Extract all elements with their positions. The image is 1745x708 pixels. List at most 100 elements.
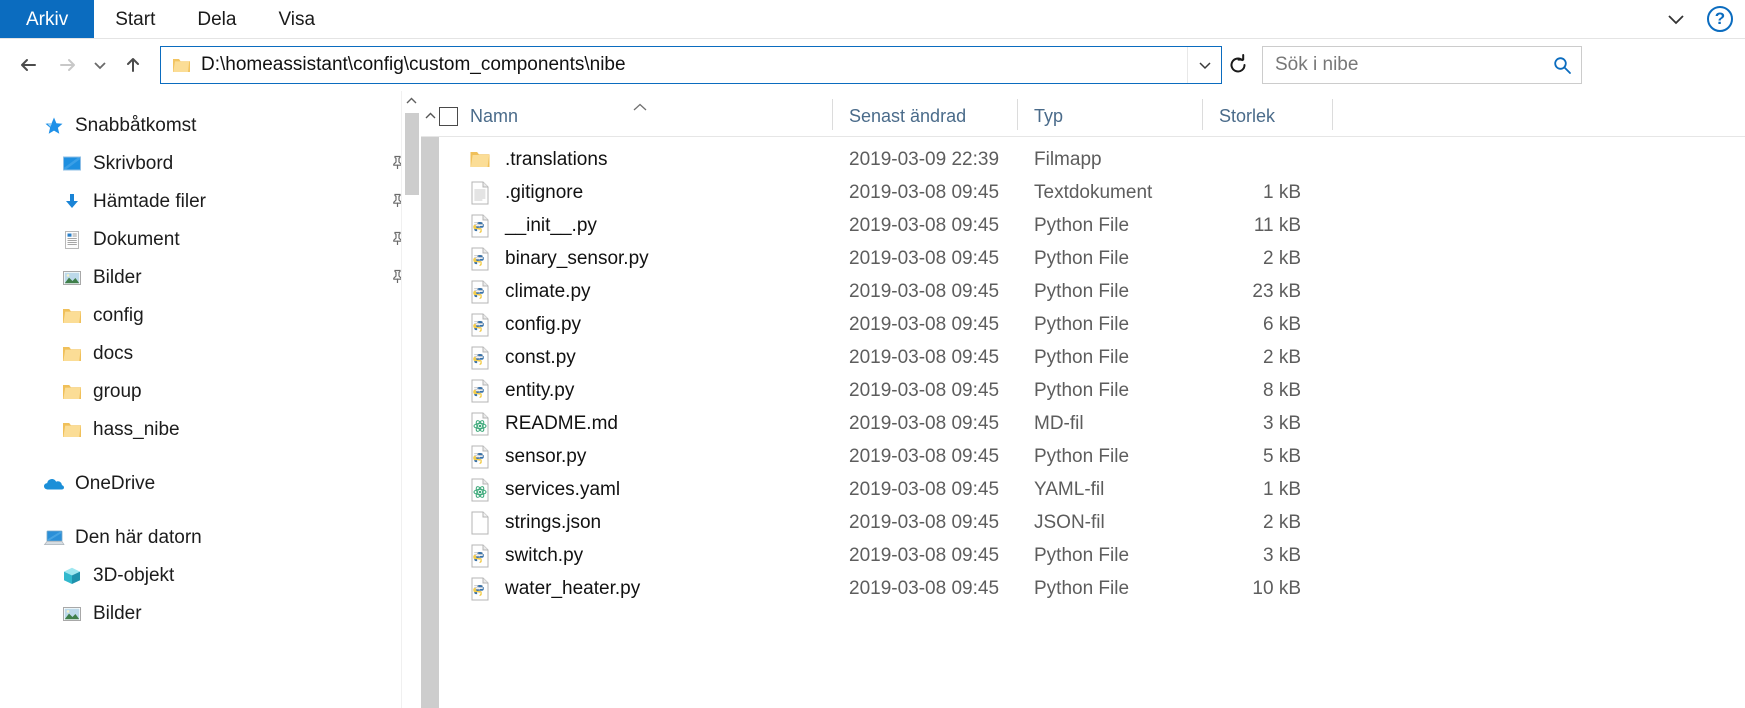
sidebar-item-bilder-pc[interactable]: Bilder — [0, 595, 421, 633]
column-header-namn[interactable]: Namn — [421, 91, 833, 136]
chevron-down-icon[interactable] — [1663, 6, 1689, 32]
file-name-cell[interactable]: entity.py — [421, 379, 833, 403]
up-button[interactable] — [114, 46, 152, 84]
sidebar-item-onedrive[interactable]: OneDrive — [0, 465, 421, 503]
tab-start[interactable]: Start — [94, 0, 176, 38]
atom-file-icon — [469, 412, 491, 436]
tab-visa[interactable]: Visa — [257, 0, 336, 38]
file-name-cell[interactable]: README.md — [421, 412, 833, 436]
file-list-scroll-gutter[interactable] — [421, 137, 439, 708]
sidebar-item-config[interactable]: config — [0, 297, 421, 335]
file-date-cell: 2019-03-09 22:39 — [849, 148, 1000, 170]
star-icon — [42, 114, 66, 138]
sidebar-item-bilder-quick[interactable]: Bilder — [0, 259, 421, 297]
sidebar-item-skrivbord[interactable]: Skrivbord — [0, 145, 421, 183]
file-name-cell[interactable]: services.yaml — [421, 478, 833, 502]
sidebar-item-den-har-datorn[interactable]: Den här datorn — [0, 519, 421, 557]
column-divider[interactable] — [1332, 99, 1333, 130]
table-row[interactable]: .gitignore 2019-03-08 09:45 Textdokument 1 … — [421, 176, 1745, 209]
file-type-cell: Python File — [1034, 544, 1130, 566]
table-row[interactable]: strings.json 2019-03-08 09:45 JSON-fil 2 kB — [421, 506, 1745, 539]
python-file-icon — [469, 247, 491, 271]
column-header-senast-andrad[interactable]: Senast ändrad — [833, 91, 1018, 136]
sidebar-item-snabbatkomst[interactable]: Snabbåtkomst — [0, 107, 421, 145]
documents-icon — [60, 228, 84, 252]
sidebar-item-hamtade-filer[interactable]: Hämtade filer — [0, 183, 421, 221]
column-header-label: Typ — [1034, 106, 1064, 126]
sidebar-item-dokument[interactable]: Dokument — [0, 221, 421, 259]
file-name-label: __init__.py — [505, 214, 597, 236]
select-all-checkbox[interactable] — [439, 107, 458, 126]
column-header-label: Senast ändrad — [849, 106, 967, 126]
file-date-cell: 2019-03-08 09:45 — [849, 214, 1000, 236]
table-row[interactable]: config.py 2019-03-08 09:45 Python File 6 kB — [421, 308, 1745, 341]
table-row[interactable]: switch.py 2019-03-08 09:45 Python File 3 kB — [421, 539, 1745, 572]
search-icon[interactable] — [1543, 47, 1581, 83]
sidebar-item-group[interactable]: group — [0, 373, 421, 411]
file-name-cell[interactable]: .translations — [421, 148, 833, 172]
file-name-label: strings.json — [505, 511, 602, 533]
tab-dela[interactable]: Dela — [176, 0, 257, 38]
file-name-label: sensor.py — [505, 445, 587, 467]
table-row[interactable]: services.yaml 2019-03-08 09:45 YAML-fil 1 k… — [421, 473, 1745, 506]
file-name-cell[interactable]: water_heater.py — [421, 577, 833, 601]
refresh-button[interactable] — [1222, 46, 1254, 84]
sidebar-item-label: 3D-objekt — [93, 565, 175, 586]
file-name-cell[interactable]: strings.json — [421, 511, 833, 535]
recent-locations-button[interactable] — [86, 46, 114, 84]
sidebar-item-docs[interactable]: docs — [0, 335, 421, 373]
table-row[interactable]: climate.py 2019-03-08 09:45 Python File 23 … — [421, 275, 1745, 308]
file-size-cell: 10 kB — [1252, 577, 1301, 599]
file-name-cell[interactable]: sensor.py — [421, 445, 833, 469]
file-date-cell: 2019-03-08 09:45 — [849, 346, 1000, 368]
column-header-typ[interactable]: Typ — [1018, 91, 1203, 136]
table-row[interactable]: README.md 2019-03-08 09:45 MD-fil 3 kB — [421, 407, 1745, 440]
file-name-label: services.yaml — [505, 478, 621, 500]
file-size-cell: 3 kB — [1262, 544, 1301, 566]
file-name-label: water_heater.py — [505, 577, 641, 599]
address-bar[interactable]: D:\homeassistant\config\custom_component… — [160, 46, 1222, 84]
forward-button[interactable] — [48, 46, 86, 84]
table-row[interactable]: water_heater.py 2019-03-08 09:45 Python Fi… — [421, 572, 1745, 605]
text-file-icon — [469, 181, 491, 205]
pictures-icon — [60, 266, 84, 290]
file-name-cell[interactable]: const.py — [421, 346, 833, 370]
scroll-up-icon[interactable] — [402, 91, 421, 111]
table-row[interactable]: sensor.py 2019-03-08 09:45 Python File 5 kB — [421, 440, 1745, 473]
file-size-cell: 5 kB — [1262, 445, 1301, 467]
table-row[interactable]: .translations 2019-03-09 22:39 Filmapp — [421, 143, 1745, 176]
table-row[interactable]: binary_sensor.py 2019-03-08 09:45 Python F… — [421, 242, 1745, 275]
navigation-pane-scrollbar[interactable] — [401, 91, 421, 708]
search-box[interactable]: Sök i nibe — [1262, 46, 1582, 84]
back-button[interactable] — [10, 46, 48, 84]
file-name-cell[interactable]: climate.py — [421, 280, 833, 304]
help-icon[interactable]: ? — [1707, 6, 1733, 32]
table-row[interactable]: const.py 2019-03-08 09:45 Python File 2 kB — [421, 341, 1745, 374]
blank-file-icon — [469, 511, 491, 535]
sidebar-item-hass-nibe[interactable]: hass_nibe — [0, 411, 421, 449]
table-row[interactable]: __init__.py 2019-03-08 09:45 Python File 11… — [421, 209, 1745, 242]
column-header-storlek[interactable]: Storlek — [1203, 91, 1333, 136]
file-name-cell[interactable]: switch.py — [421, 544, 833, 568]
search-input[interactable]: Sök i nibe — [1263, 54, 1543, 76]
file-name-cell[interactable]: .gitignore — [421, 181, 833, 205]
file-date-cell: 2019-03-08 09:45 — [849, 412, 1000, 434]
folder-icon — [60, 304, 84, 328]
table-row[interactable]: entity.py 2019-03-08 09:45 Python File 8 kB — [421, 374, 1745, 407]
sidebar-item-label: Skrivbord — [93, 153, 174, 174]
address-dropdown-icon[interactable] — [1187, 47, 1221, 83]
address-path-text: D:\homeassistant\config\custom_component… — [201, 54, 626, 75]
sidebar-item-label: Hämtade filer — [93, 191, 206, 212]
file-type-cell: Python File — [1034, 346, 1130, 368]
file-name-cell[interactable]: config.py — [421, 313, 833, 337]
scrollbar-thumb[interactable] — [405, 113, 419, 195]
file-name-cell[interactable]: binary_sensor.py — [421, 247, 833, 271]
file-name-cell[interactable]: __init__.py — [421, 214, 833, 238]
file-size-cell: 1 kB — [1262, 181, 1301, 203]
tab-arkiv[interactable]: Arkiv — [0, 0, 95, 38]
file-name-label: .gitignore — [505, 181, 584, 203]
sidebar-item-3d-objekt[interactable]: 3D-objekt — [0, 557, 421, 595]
file-type-cell: Filmapp — [1034, 148, 1102, 170]
desktop-icon — [60, 152, 84, 176]
